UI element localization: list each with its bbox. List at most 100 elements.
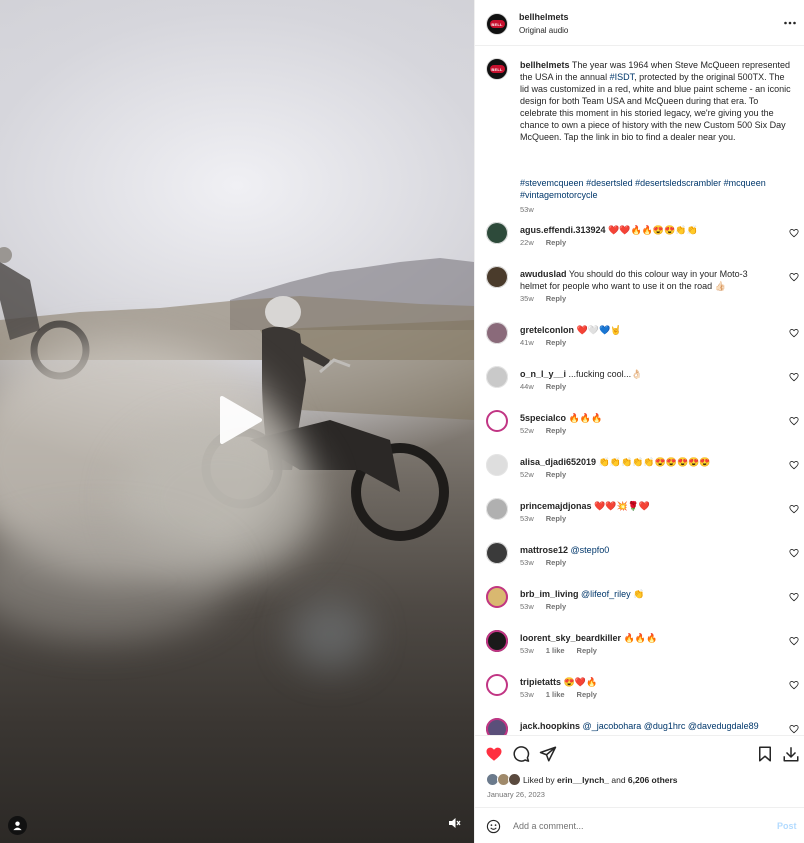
comment-text: jack.hoopkins @_jacobohara @dug1hrc @dav… [520, 720, 776, 732]
comment-username[interactable]: princemajdjonas [520, 501, 592, 511]
comment-time[interactable]: 52w [520, 470, 534, 479]
liked-user[interactable]: erin__lynch_ [557, 775, 609, 785]
mention-link[interactable]: @stepfo0 [571, 545, 610, 555]
comment-row: princemajdjonas ❤️❤️💥🌹❤️ 53w Reply [486, 498, 801, 538]
reply-button[interactable]: Reply [577, 646, 597, 655]
comment-username[interactable]: 5specialco [520, 413, 566, 423]
header-username[interactable]: bellhelmets [519, 12, 569, 22]
reply-button[interactable]: Reply [546, 602, 566, 611]
reply-button[interactable]: Reply [546, 338, 566, 347]
liked-count[interactable]: 6,206 others [628, 775, 678, 785]
comment-like-heart-icon[interactable] [789, 636, 799, 646]
avatar[interactable] [486, 454, 508, 476]
comment-input[interactable] [513, 817, 763, 835]
mention-link[interactable]: @_jacobohara @dug1hrc @davedugdale89 [583, 721, 759, 731]
comment-like-heart-icon[interactable] [789, 592, 799, 602]
comment-username[interactable]: agus.effendi.313924 [520, 225, 606, 235]
tagged-users-icon[interactable] [8, 816, 27, 835]
hashtag-link[interactable]: #desertsled [586, 178, 633, 188]
comment-time[interactable]: 53w [520, 602, 534, 611]
hashtag-link[interactable]: #ISDT [610, 72, 635, 82]
reply-button[interactable]: Reply [577, 690, 597, 699]
comment-username[interactable]: brb_im_living [520, 589, 579, 599]
post-date[interactable]: January 26, 2023 [487, 790, 545, 799]
comment-username[interactable]: alisa_djadi652019 [520, 457, 596, 467]
hashtag-link[interactable]: #mcqueen [724, 178, 766, 188]
mention-link[interactable]: @lifeof_riley [581, 589, 631, 599]
audio-label[interactable]: Original audio [519, 26, 568, 35]
comment-icon[interactable] [512, 745, 530, 763]
avatar[interactable] [486, 322, 508, 344]
comment-username[interactable]: mattrose12 [520, 545, 568, 555]
liked-by-text[interactable]: Liked by erin__lynch_ and 6,206 others [523, 775, 678, 785]
comment-time[interactable]: 41w [520, 338, 534, 347]
reply-button[interactable]: Reply [546, 470, 566, 479]
comment-like-heart-icon[interactable] [789, 680, 799, 690]
comment-like-count[interactable]: 1 like [546, 690, 565, 699]
caption-timestamp[interactable]: 53w [520, 205, 534, 214]
comment-text: o_n_l_y__i ...fucking cool...👌🏻 [520, 368, 776, 380]
avatar[interactable] [486, 542, 508, 564]
comment-username[interactable]: jack.hoopkins [520, 721, 580, 731]
comment-username[interactable]: tripietatts [520, 677, 561, 687]
liked-prefix: Liked by [523, 775, 558, 785]
emoji-icon[interactable] [486, 819, 501, 834]
comment-text: gretelconlon ❤️🤍💙🤘 [520, 324, 776, 336]
like-heart-icon[interactable] [485, 745, 503, 763]
comment-username[interactable]: loorent_sky_beardkiller [520, 633, 621, 643]
avatar[interactable] [486, 630, 508, 652]
comment-time[interactable]: 53w [520, 558, 534, 567]
comment-time[interactable]: 44w [520, 382, 534, 391]
avatar[interactable] [486, 718, 508, 735]
comment-time[interactable]: 53w [520, 646, 534, 655]
avatar[interactable] [486, 222, 508, 244]
avatar[interactable] [486, 410, 508, 432]
comment-like-heart-icon[interactable] [789, 328, 799, 338]
comment-username[interactable]: gretelconlon [520, 325, 574, 335]
hashtag-link[interactable]: #vintagemotorcycle [520, 190, 598, 200]
comment-like-heart-icon[interactable] [789, 460, 799, 470]
reply-button[interactable]: Reply [546, 558, 566, 567]
comments-list[interactable]: BELL bellhelmets The year was 1964 when … [475, 47, 804, 735]
reply-button[interactable]: Reply [546, 514, 566, 523]
liker-avatar[interactable] [508, 773, 521, 786]
comment-like-heart-icon[interactable] [789, 272, 799, 282]
video-player[interactable] [0, 0, 474, 843]
avatar[interactable] [486, 586, 508, 608]
bookmark-icon[interactable] [756, 745, 774, 763]
avatar[interactable] [486, 366, 508, 388]
comment-time[interactable]: 53w [520, 514, 534, 523]
avatar[interactable] [486, 498, 508, 520]
post-actions: Liked by erin__lynch_ and 6,206 others J… [475, 735, 804, 807]
mute-icon[interactable] [446, 815, 462, 831]
comment-like-heart-icon[interactable] [789, 372, 799, 382]
play-icon[interactable] [212, 392, 268, 448]
hashtag-link[interactable]: #stevemcqueen [520, 178, 584, 188]
comment-like-heart-icon[interactable] [789, 228, 799, 238]
reply-button[interactable]: Reply [546, 426, 566, 435]
comment-username[interactable]: o_n_l_y__i [520, 369, 566, 379]
share-icon[interactable] [539, 745, 557, 763]
post-comment-button[interactable]: Post [777, 821, 797, 831]
caption-username[interactable]: bellhelmets [520, 60, 570, 70]
comment-time[interactable]: 35w [520, 294, 534, 303]
more-options-icon[interactable] [783, 16, 797, 30]
comment-like-heart-icon[interactable] [789, 548, 799, 558]
download-icon[interactable] [782, 745, 800, 763]
comment-like-count[interactable]: 1 like [546, 646, 565, 655]
reply-button[interactable]: Reply [546, 238, 566, 247]
comment-like-heart-icon[interactable] [789, 416, 799, 426]
comment-time[interactable]: 22w [520, 238, 534, 247]
avatar[interactable]: BELL [486, 13, 508, 35]
reply-button[interactable]: Reply [546, 294, 566, 303]
comment-time[interactable]: 52w [520, 426, 534, 435]
avatar[interactable] [486, 674, 508, 696]
avatar[interactable] [486, 266, 508, 288]
comment-like-heart-icon[interactable] [789, 504, 799, 514]
comment-time[interactable]: 53w [520, 690, 534, 699]
comment-username[interactable]: awuduslad [520, 269, 567, 279]
reply-button[interactable]: Reply [546, 382, 566, 391]
caption-avatar[interactable]: BELL [486, 58, 508, 80]
comment-like-heart-icon[interactable] [789, 724, 799, 734]
hashtag-link[interactable]: #desertsledscrambler [635, 178, 721, 188]
